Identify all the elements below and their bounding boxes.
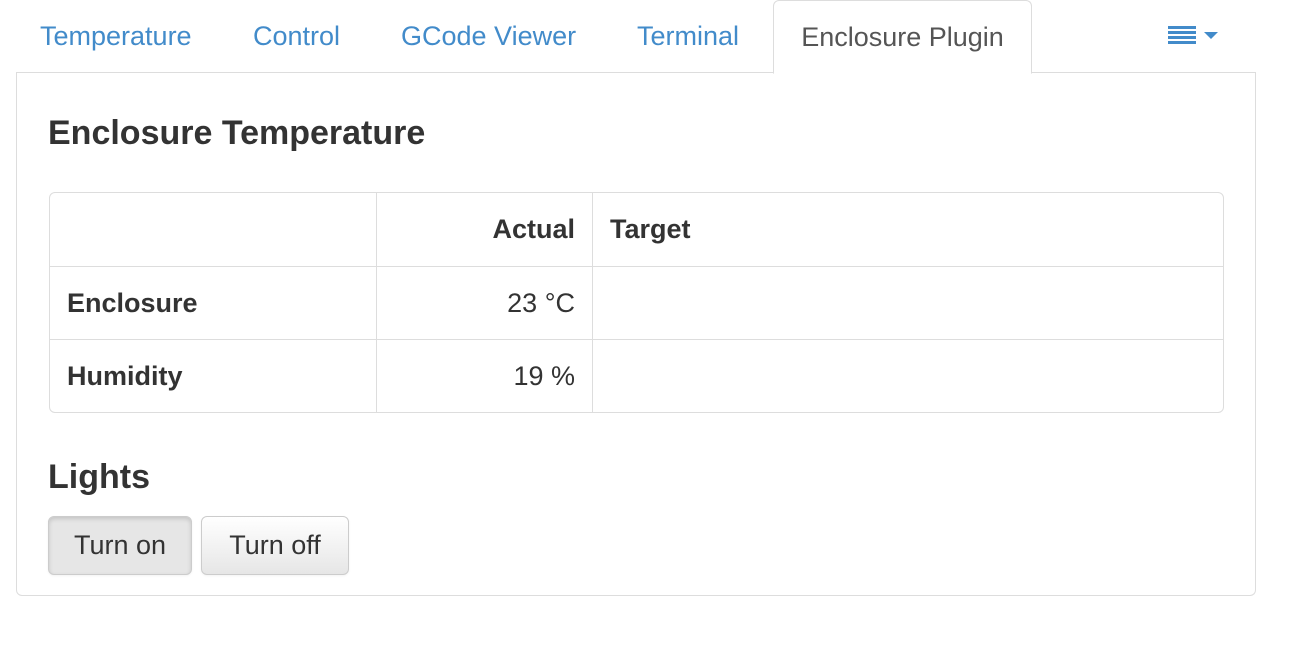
- tab-bar: Temperature Control GCode Viewer Termina…: [16, 0, 1256, 74]
- row-label-humidity: Humidity: [50, 339, 376, 412]
- table-row: Humidity 19 %: [50, 339, 1223, 412]
- list-menu-icon: [1168, 26, 1196, 44]
- tab-enclosure-plugin[interactable]: Enclosure Plugin: [773, 0, 1032, 74]
- tab-overflow-menu[interactable]: [1168, 0, 1228, 73]
- enclosure-plugin-panel: Enclosure Temperature Actual Target Encl…: [16, 72, 1256, 596]
- caret-down-icon: [1204, 32, 1218, 39]
- enclosure-temperature-heading: Enclosure Temperature: [48, 114, 426, 152]
- table-header-target: Target: [592, 193, 1223, 266]
- humidity-actual-value: 19 %: [376, 339, 592, 412]
- enclosure-actual-value: 23 °C: [376, 266, 592, 339]
- humidity-target-value: [592, 339, 1223, 412]
- tab-control[interactable]: Control: [253, 0, 340, 73]
- table-row: Enclosure 23 °C: [50, 266, 1223, 339]
- enclosure-target-value: [592, 266, 1223, 339]
- row-label-enclosure: Enclosure: [50, 266, 376, 339]
- table-header-row: Actual Target: [50, 193, 1223, 266]
- turn-off-button[interactable]: Turn off: [201, 516, 349, 575]
- table-header-empty: [50, 193, 376, 266]
- table-header-actual: Actual: [376, 193, 592, 266]
- turn-on-button[interactable]: Turn on: [48, 516, 192, 575]
- tab-terminal[interactable]: Terminal: [637, 0, 739, 73]
- tab-gcode-viewer[interactable]: GCode Viewer: [401, 0, 576, 73]
- enclosure-temperature-table: Actual Target Enclosure 23 °C Humidity 1…: [49, 192, 1224, 413]
- tab-temperature[interactable]: Temperature: [40, 0, 192, 73]
- lights-heading: Lights: [48, 458, 150, 496]
